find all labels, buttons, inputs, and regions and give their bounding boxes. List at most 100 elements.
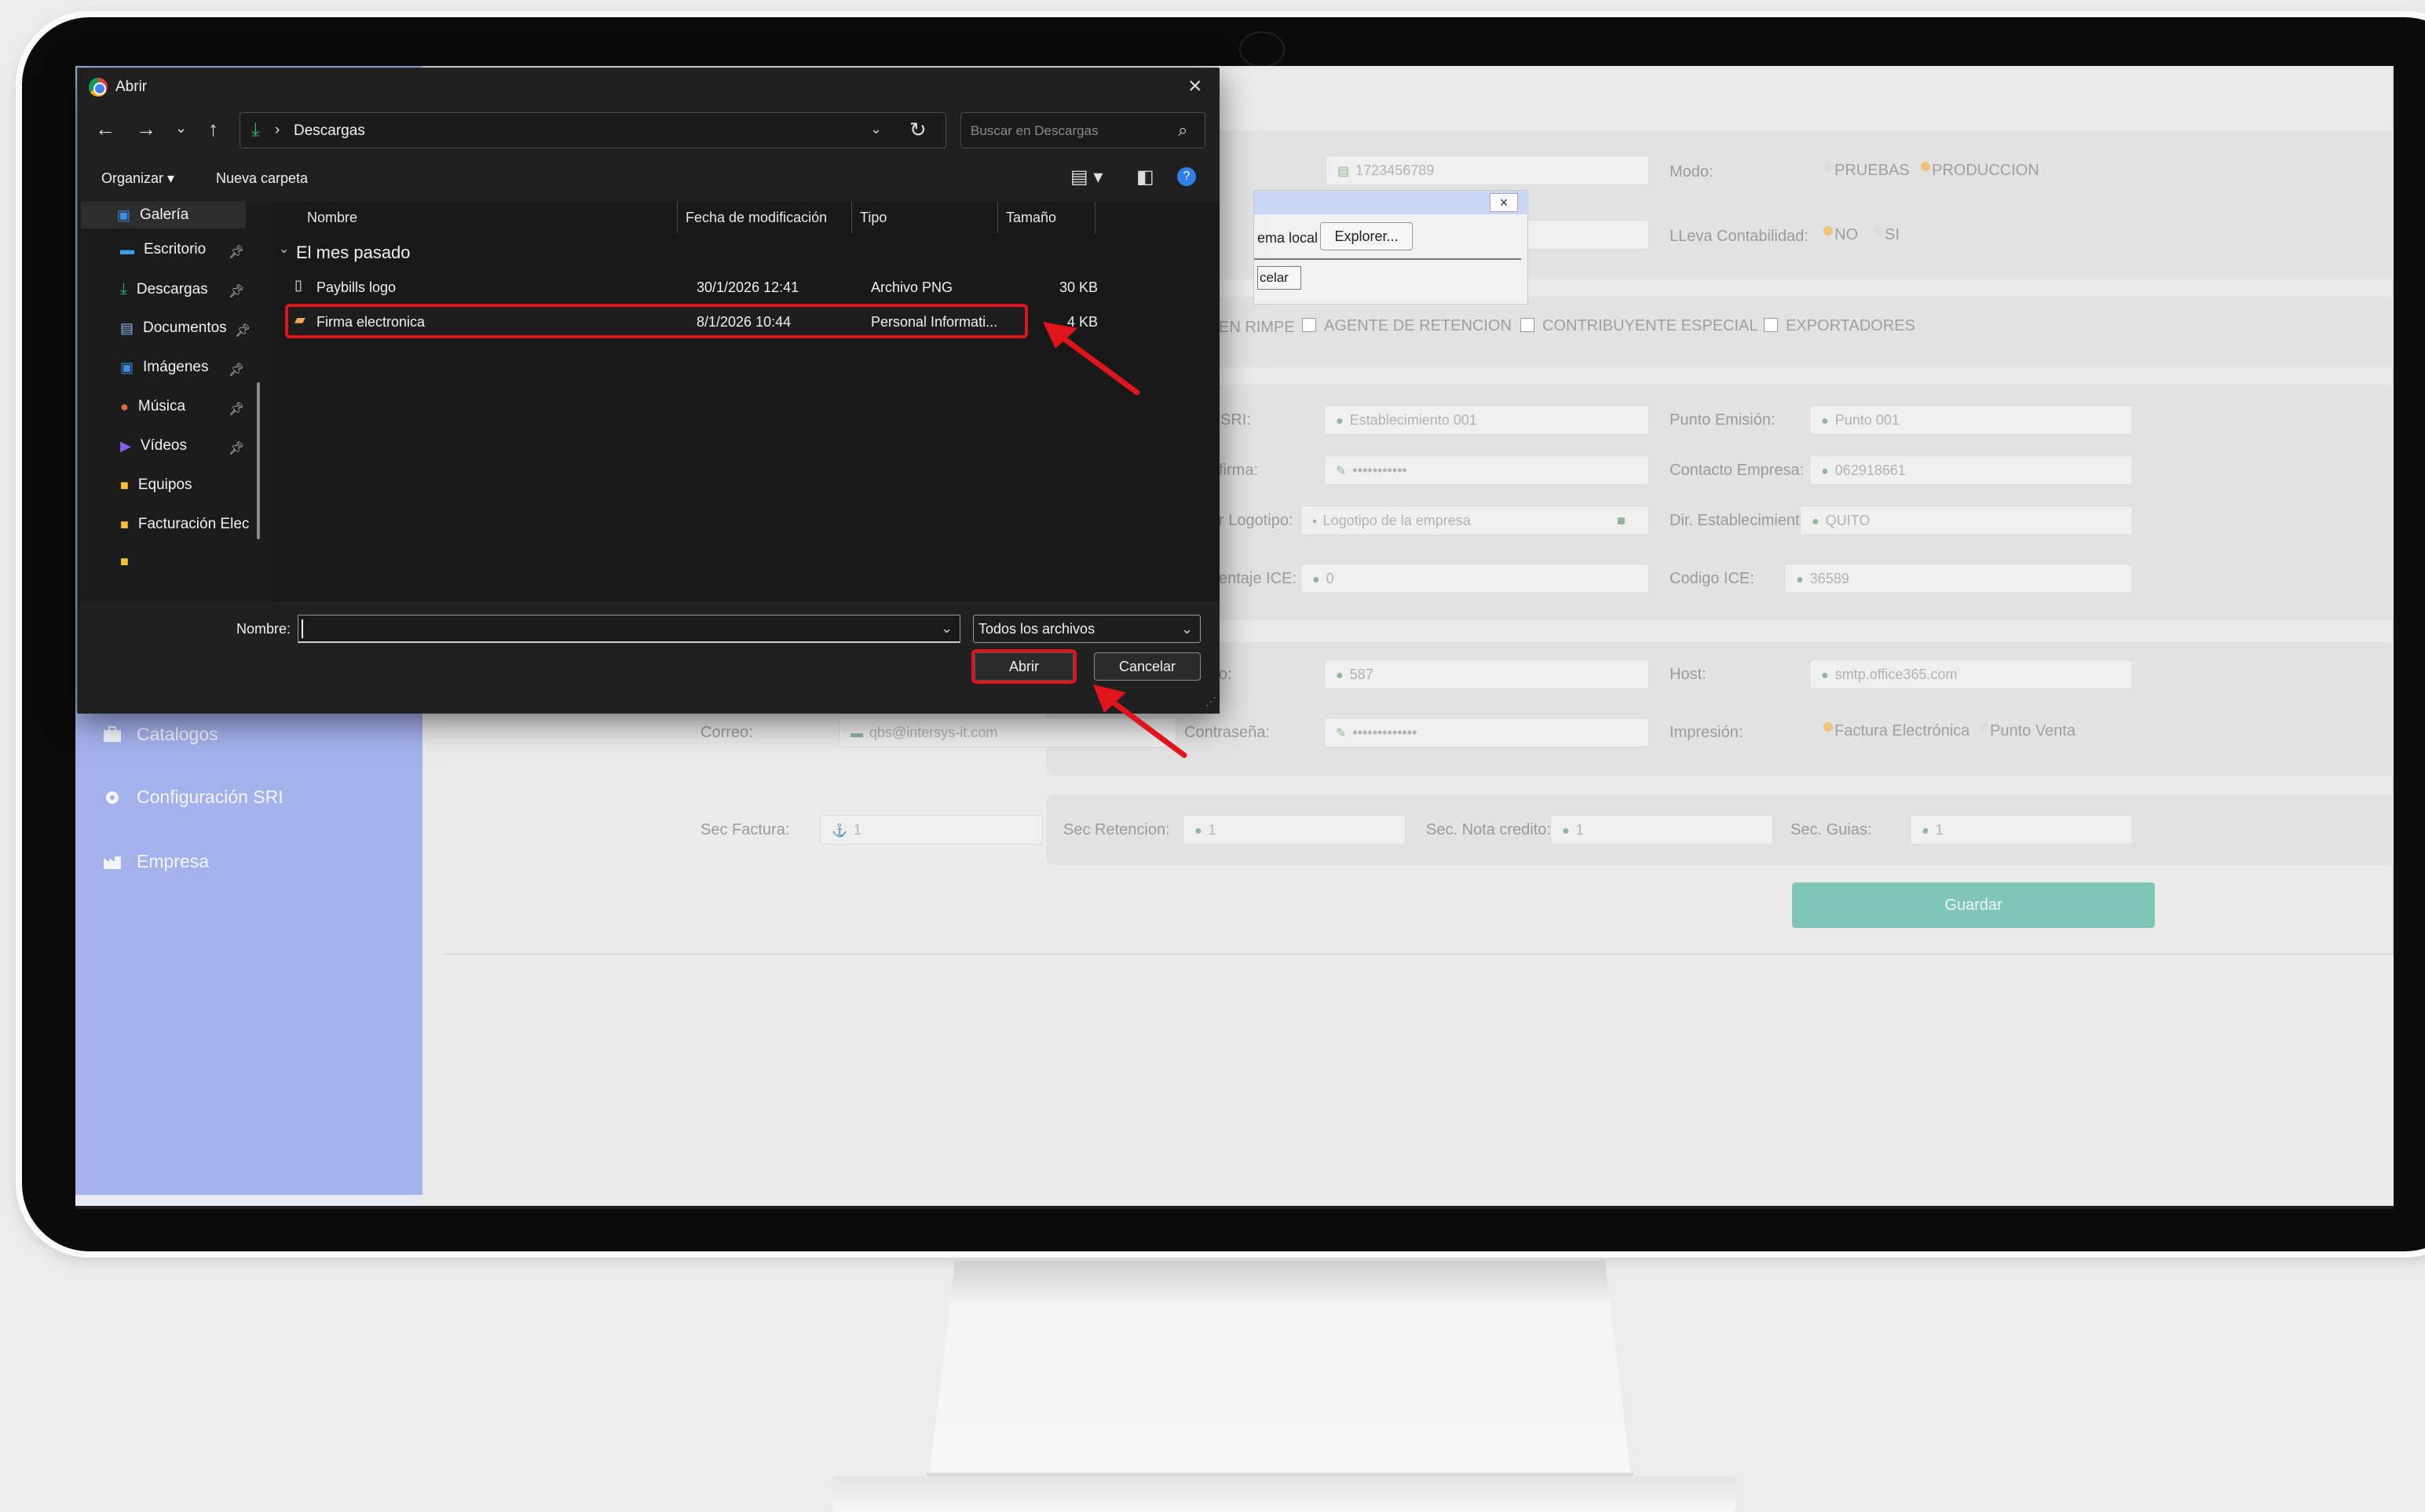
sidebar-item-catalogos[interactable]: Catalogos — [102, 724, 218, 745]
preview-pane-icon[interactable]: ◧ — [1136, 166, 1154, 188]
nav-item-videos[interactable]: ▶ Vídeos — [120, 437, 187, 455]
nav-scrollbar[interactable] — [257, 382, 260, 539]
ruc-value: 1723456789 — [1355, 163, 1435, 178]
punto-emision-field[interactable]: ● Punto 001 — [1809, 405, 2133, 435]
modo-pruebas-radio[interactable]: PRUEBAS — [1823, 162, 1910, 180]
resize-grip-icon[interactable]: ⋰ — [1205, 695, 1216, 708]
new-folder-button[interactable]: Nueva carpeta — [216, 170, 308, 187]
ruc-field[interactable]: ▤ 1723456789 — [1326, 155, 1649, 185]
nav-item-descargas[interactable]: ⤓ Descargas — [120, 280, 208, 298]
nav-item-documentos[interactable]: ▤ Documentos — [120, 320, 227, 337]
chevron-down-icon[interactable]: ⌄ — [941, 620, 953, 637]
dialog-toolbar: Organizar ▾ Nueva carpeta ▤ ▾ ◧ ? — [78, 156, 1220, 202]
pin-icon[interactable]: 📌︎ — [229, 440, 244, 456]
back-arrow-icon[interactable]: ← — [95, 117, 115, 141]
popup-cancel-button[interactable]: celar — [1257, 266, 1301, 290]
contrasena-label: Contraseña: — [1184, 724, 1270, 741]
contabilidad-si-radio[interactable]: SI — [1874, 226, 1900, 244]
pin-icon[interactable]: 📌︎ — [235, 323, 251, 338]
contrasena-field[interactable]: ✎ ••••••••••••• — [1324, 718, 1649, 747]
address-bar[interactable]: ⤓ › Descargas ⌄ ↻ — [240, 112, 946, 148]
field-value: ••••••••••• — [1352, 462, 1407, 478]
pin-icon[interactable]: 📌︎ — [229, 283, 244, 299]
agente-retencion-checkbox[interactable]: AGENTE DE RETENCION — [1302, 317, 1512, 335]
codigo-ice-field[interactable]: ● 36589 — [1784, 564, 2133, 593]
sec-factura-field[interactable]: ⚓ 1 — [820, 815, 1043, 845]
ice-pct-field[interactable]: ● 0 — [1300, 564, 1649, 593]
nav-item-musica[interactable]: ● Música — [120, 398, 185, 415]
logotipo-field[interactable]: ▪ Logotipo de la empresa ■ — [1300, 506, 1649, 535]
contabilidad-no-radio[interactable]: NO — [1823, 226, 1858, 244]
location-icon: ● — [1336, 415, 1344, 428]
impresion-factura-radio[interactable]: Factura Electrónica — [1823, 722, 1970, 740]
explorer-button[interactable]: Explorer... — [1320, 222, 1413, 250]
sec-guias-field[interactable]: ● 1 — [1910, 815, 2133, 845]
dir-field[interactable]: ● QUITO — [1800, 506, 2133, 535]
pin-icon[interactable]: 📌︎ — [229, 244, 244, 260]
location-icon: ● — [1812, 515, 1820, 528]
firma-password-field[interactable]: ✎ ••••••••••• — [1324, 455, 1649, 485]
field-value: 1 — [1575, 822, 1584, 838]
sec-retencion-field[interactable]: ● 1 — [1183, 815, 1406, 845]
host-field[interactable]: ● smtp.office365.com — [1809, 659, 2133, 689]
sidebar-footer — [75, 1195, 422, 1206]
puerto-field[interactable]: ● 587 — [1324, 659, 1649, 689]
exportadores-checkbox[interactable]: EXPORTADORES — [1764, 317, 1915, 335]
search-input[interactable]: Buscar en Descargas ⌕ — [960, 112, 1205, 148]
file-type-value: Todos los archivos — [978, 621, 1095, 637]
column-header-tipo[interactable]: Tipo — [852, 202, 998, 233]
help-icon[interactable]: ? — [1177, 167, 1196, 186]
column-header-nombre[interactable]: Nombre — [274, 202, 678, 233]
modo-produccion-radio[interactable]: PRODUCCION — [1921, 162, 2039, 180]
refresh-icon[interactable]: ↻ — [909, 118, 927, 142]
contribuyente-especial-checkbox[interactable]: CONTRIBUYENTE ESPECIAL — [1520, 317, 1758, 335]
column-header-tamano[interactable]: Tamaño — [998, 202, 1095, 233]
contacto-field[interactable]: ● 062918661 — [1809, 455, 2133, 485]
pin-icon[interactable]: 📌︎ — [229, 401, 244, 417]
key-icon: ✎ — [1336, 727, 1347, 740]
impresion-punto-venta-radio[interactable]: Punto Venta — [1979, 722, 2076, 740]
monitor-base — [832, 1476, 1736, 1512]
chevron-down-icon[interactable]: ⌄ — [279, 241, 289, 257]
sidebar-item-empresa[interactable]: Empresa — [102, 851, 209, 872]
sidebar-item-configuracion-sri[interactable]: Configuración SRI — [102, 787, 283, 808]
save-button[interactable]: Guardar — [1792, 882, 2155, 928]
folder-icon[interactable]: ■ — [1617, 506, 1626, 535]
host-label: Host: — [1670, 666, 1706, 683]
close-icon[interactable]: × — [1188, 73, 1202, 100]
radio-dot — [1921, 162, 1930, 171]
location-icon: ● — [1821, 415, 1829, 428]
column-header-fecha[interactable]: Fecha de modificación — [678, 202, 852, 233]
nav-item-label: Música — [137, 398, 186, 415]
chevron-down-icon[interactable]: ⌄ — [870, 121, 882, 137]
nav-item-imagenes[interactable]: ▣ Imágenes — [120, 359, 208, 376]
folder-icon: ■ — [120, 477, 129, 493]
file-name-input[interactable]: ⌄ — [298, 615, 960, 643]
up-arrow-icon[interactable]: ↑ — [208, 117, 218, 141]
checkbox-box — [1764, 318, 1778, 332]
highlight-box — [971, 649, 1077, 684]
radio-label: Factura Electrónica — [1834, 722, 1970, 740]
folder-icon: ■ — [120, 553, 129, 569]
view-mode-icon[interactable]: ▤ ▾ — [1070, 166, 1103, 188]
navigation-pane: ▣ Galería ▬ Escritorio 📌︎ ⤓ Descargas 📌︎ ▤ D… — [78, 202, 269, 602]
company-card — [1046, 130, 2394, 279]
popup-divider — [1254, 258, 1521, 260]
radio-dot — [1979, 722, 1988, 732]
sidebar-item-label: Configuración SRI — [137, 787, 283, 807]
sec-nota-field[interactable]: ● 1 — [1550, 815, 1773, 845]
dialog-titlebar: Abrir × — [78, 68, 1220, 106]
file-type-select[interactable]: Todos los archivos ⌄ — [973, 615, 1201, 643]
nav-item-facturacion[interactable]: ■ Facturación Elec — [120, 516, 249, 533]
recent-chevron-icon[interactable]: ⌄ — [175, 120, 187, 137]
nav-item-galeria[interactable]: ▣ Galería — [81, 202, 246, 228]
close-icon[interactable]: × — [1490, 193, 1518, 212]
nav-item-equipos[interactable]: ■ Equipos — [120, 477, 192, 494]
forward-arrow-icon[interactable]: → — [136, 117, 156, 141]
pin-icon[interactable]: 📌︎ — [229, 362, 244, 378]
highlight-box — [285, 304, 1028, 338]
organize-menu[interactable]: Organizar ▾ — [101, 170, 174, 187]
nav-item-escritorio[interactable]: ▬ Escritorio — [120, 241, 206, 258]
file-row[interactable]: ▯ Paybills logo 30/1/2026 12:41 Archivo … — [285, 272, 1098, 302]
establecimiento-field[interactable]: ● Establecimiento 001 — [1324, 405, 1649, 435]
